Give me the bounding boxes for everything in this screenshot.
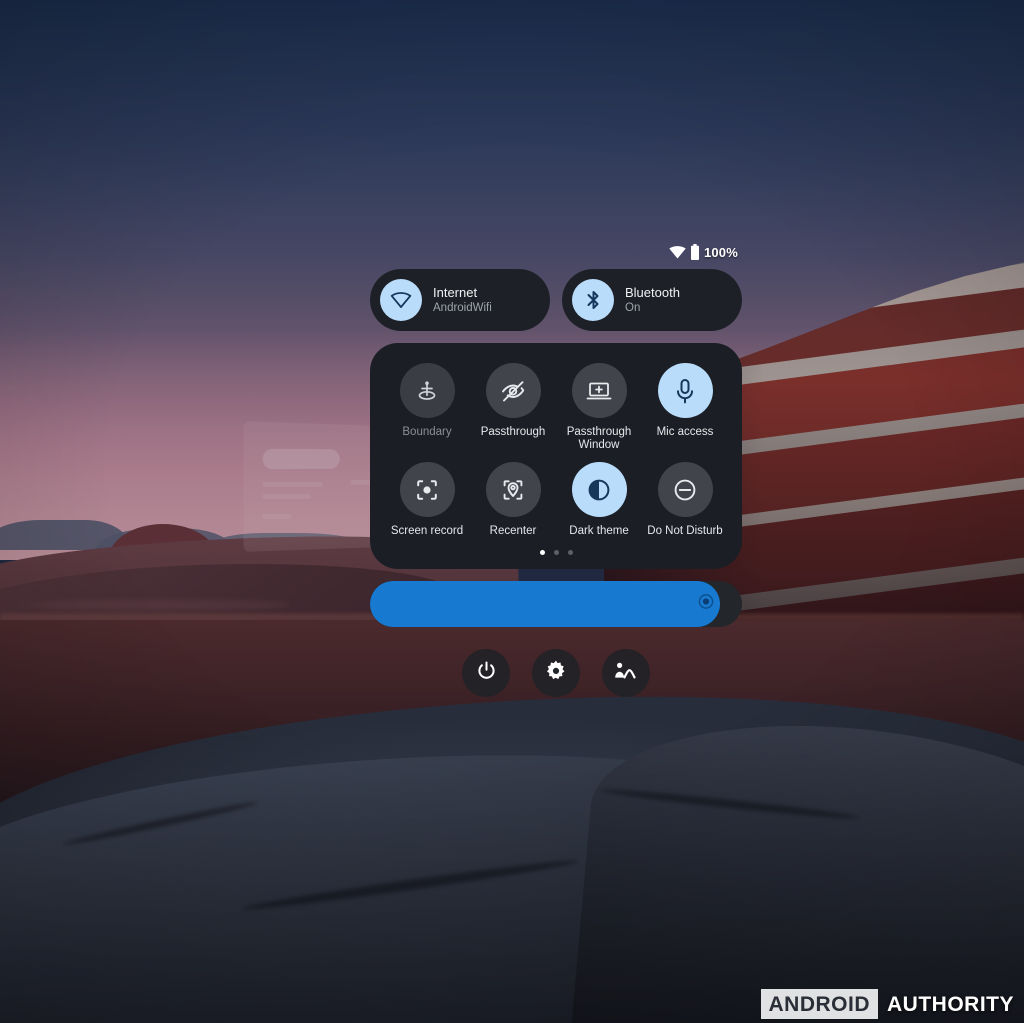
page-indicator[interactable]: [384, 538, 728, 561]
watermark: ANDROID AUTHORITY: [760, 989, 1019, 1019]
quick-tiles-grid: Boundary Passthrough Passthrough Window …: [384, 363, 728, 538]
bluetooth-tile[interactable]: Bluetooth On: [562, 269, 742, 331]
tile-label: Passthrough Window: [566, 426, 632, 451]
gear-icon: [544, 659, 568, 688]
tile-dark-theme[interactable]: Dark theme: [556, 462, 642, 538]
wifi-icon: [380, 279, 422, 321]
tile-label: Mic access: [656, 426, 714, 438]
page-dot-2[interactable]: [553, 550, 559, 555]
page-dot-3[interactable]: [567, 550, 573, 555]
watermark-primary: ANDROID: [760, 989, 878, 1019]
quick-settings-overlay: 100% Internet AndroidWifi Bluetooth On B…: [370, 240, 742, 697]
brightness-slider-fill: [370, 581, 720, 627]
bluetooth-tile-title: Bluetooth: [625, 284, 680, 300]
tile-label: Passthrough: [480, 426, 546, 438]
tile-mic-access[interactable]: Mic access: [642, 363, 728, 452]
tile-screen-record[interactable]: Screen record: [384, 462, 470, 538]
battery-full-icon: [690, 244, 700, 260]
connectivity-tiles-row: Internet AndroidWifi Bluetooth On: [370, 269, 742, 331]
boundary-icon: [399, 363, 455, 418]
user-switch-icon: [613, 659, 639, 688]
do-not-disturb-icon: [657, 462, 713, 517]
tile-label: Do Not Disturb: [647, 525, 723, 537]
power-icon: [475, 659, 498, 687]
user-switch-button[interactable]: [602, 649, 650, 697]
wifi-icon: [669, 245, 686, 259]
microphone-icon: [657, 363, 713, 418]
tile-label: Dark theme: [569, 525, 629, 537]
tile-passthrough-window[interactable]: Passthrough Window: [556, 363, 642, 452]
battery-percent-label: 100%: [703, 244, 738, 260]
action-buttons-row: [370, 649, 742, 697]
eye-off-icon: [485, 363, 541, 418]
bluetooth-tile-subtitle: On: [625, 301, 641, 314]
tile-recenter[interactable]: Recenter: [470, 462, 556, 538]
tile-passthrough[interactable]: Passthrough: [470, 363, 556, 452]
status-bar: 100%: [370, 240, 742, 264]
settings-button[interactable]: [532, 649, 580, 697]
brightness-icon: [697, 593, 714, 615]
tile-label: Recenter: [489, 525, 537, 537]
bluetooth-icon: [572, 279, 614, 321]
passthrough-window-icon: [571, 363, 627, 418]
screen-record-icon: [399, 462, 455, 517]
brightness-slider-row: [370, 581, 742, 627]
tile-label: Screen record: [390, 525, 464, 537]
page-dot-1[interactable]: [539, 550, 545, 555]
internet-tile[interactable]: Internet AndroidWifi: [370, 269, 550, 331]
internet-tile-title: Internet: [433, 284, 478, 300]
watermark-secondary: AUTHORITY: [887, 992, 1014, 1016]
tile-label: Boundary: [402, 426, 452, 438]
contrast-icon: [571, 462, 627, 517]
tile-boundary[interactable]: Boundary: [384, 363, 470, 452]
internet-tile-subtitle: AndroidWifi: [433, 301, 492, 314]
quick-tiles-panel: Boundary Passthrough Passthrough Window …: [370, 343, 742, 569]
recenter-icon: [485, 462, 541, 517]
brightness-slider[interactable]: [370, 581, 742, 627]
power-button[interactable]: [462, 649, 510, 697]
tile-do-not-disturb[interactable]: Do Not Disturb: [642, 462, 728, 538]
